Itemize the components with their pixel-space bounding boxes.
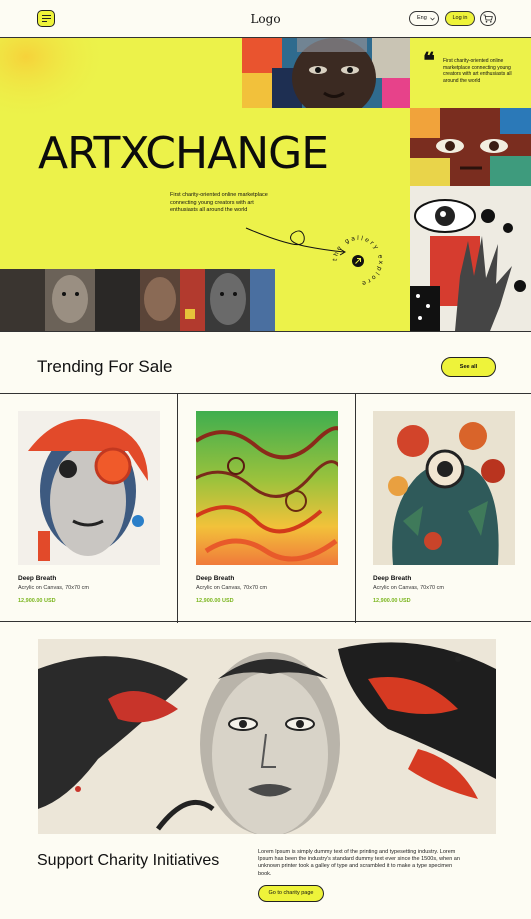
quote-icon: ❝ bbox=[423, 48, 435, 74]
top-header: Logo Eng Log in bbox=[0, 0, 531, 38]
chevron-down-icon bbox=[430, 17, 435, 21]
support-text: Lorem Ipsum is simply dummy text of the … bbox=[258, 849, 460, 877]
trending-cards: Deep Breath Acrylic on Canvas, 70x70 cm … bbox=[0, 393, 531, 623]
see-all-button[interactable]: See all bbox=[441, 357, 496, 377]
hero-description: First charity-oriented online marketplac… bbox=[170, 192, 268, 213]
login-button[interactable]: Log in bbox=[445, 11, 475, 26]
collage-eyes-image bbox=[410, 108, 531, 186]
product-card[interactable]: Deep Breath Acrylic on Canvas, 70x70 cm … bbox=[356, 394, 531, 623]
charity-banner-image bbox=[38, 639, 496, 834]
support-title: Support Charity Initiatives bbox=[37, 852, 220, 869]
charity-page-button[interactable]: Go to charity page bbox=[258, 885, 324, 902]
watercolor-splash bbox=[0, 38, 110, 123]
hero-title: ARTXCHANGE bbox=[38, 128, 329, 179]
hero-section: ❝ First charity-oriented online marketpl… bbox=[0, 38, 531, 332]
product-card[interactable]: Deep Breath Acrylic on Canvas, 70x70 cm … bbox=[178, 394, 356, 623]
artwork-price: 12,900.00 USD bbox=[373, 598, 411, 604]
artwork-medium: Acrylic on Canvas, 70x70 cm bbox=[373, 585, 444, 591]
artwork-medium: Acrylic on Canvas, 70x70 cm bbox=[18, 585, 89, 591]
artwork-image[interactable] bbox=[373, 411, 515, 565]
artwork-image[interactable] bbox=[18, 411, 160, 565]
cart-button[interactable] bbox=[480, 11, 496, 26]
artwork-name[interactable]: Deep Breath bbox=[18, 575, 56, 582]
quote-text: First charity-oriented online marketplac… bbox=[443, 58, 512, 84]
artwork-price: 12,900.00 USD bbox=[196, 598, 234, 604]
language-label: Eng bbox=[417, 15, 427, 21]
explore-gallery-badge[interactable]: the gallery explore bbox=[330, 233, 386, 289]
language-selector[interactable]: Eng bbox=[409, 11, 439, 26]
artwork-name[interactable]: Deep Breath bbox=[196, 575, 234, 582]
artwork-price: 12,900.00 USD bbox=[18, 598, 56, 604]
artwork-name[interactable]: Deep Breath bbox=[373, 575, 411, 582]
product-card[interactable]: Deep Breath Acrylic on Canvas, 70x70 cm … bbox=[0, 394, 178, 623]
artwork-medium: Acrylic on Canvas, 70x70 cm bbox=[196, 585, 267, 591]
collage-face-image bbox=[242, 38, 410, 108]
trending-title: Trending For Sale bbox=[37, 357, 173, 376]
collage-hand-image bbox=[410, 186, 531, 331]
quote-box: ❝ First charity-oriented online marketpl… bbox=[410, 38, 531, 108]
cart-icon bbox=[483, 14, 493, 23]
artwork-image[interactable] bbox=[196, 411, 338, 565]
collage-portraits-strip bbox=[0, 269, 275, 331]
